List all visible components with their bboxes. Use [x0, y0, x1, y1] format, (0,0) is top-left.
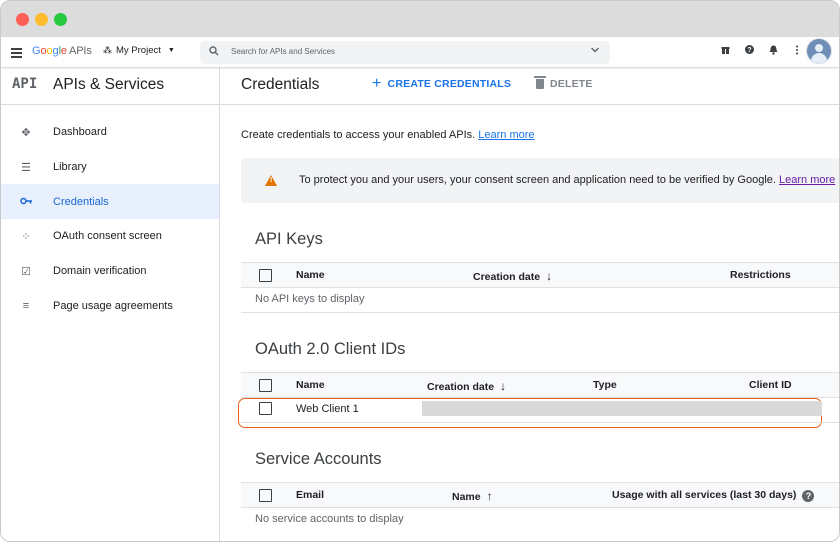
- sidebar-item-domain-verification[interactable]: ☑ Domain verification: [1, 254, 219, 289]
- warning-learn-more-link[interactable]: Learn more: [779, 174, 835, 186]
- help-icon[interactable]: ?: [802, 490, 815, 502]
- column-header-name-label: Name: [452, 491, 481, 503]
- sidebar: API APIs & Services ✥ Dashboard ☰ Librar…: [1, 67, 220, 541]
- page-title: Credentials: [241, 76, 320, 93]
- dropdown-arrow-icon: ▼: [167, 47, 175, 54]
- delete-label: DELETE: [550, 78, 593, 90]
- api-keys-empty-text: No API keys to display: [255, 293, 365, 305]
- column-header-creation-date[interactable]: Creation date ↓: [427, 379, 506, 393]
- select-all-api-keys-checkbox[interactable]: [259, 269, 272, 282]
- column-header-creation-date[interactable]: Creation date ↓: [473, 269, 552, 283]
- service-accounts-title: Service Accounts: [255, 450, 382, 468]
- library-icon: ☰: [21, 161, 31, 174]
- select-all-oauth-checkbox[interactable]: [259, 379, 272, 392]
- column-header-restrictions[interactable]: Restrictions: [730, 269, 791, 281]
- create-credentials-label: CREATE CREDENTIALS: [387, 78, 512, 90]
- column-header-creation-date-label: Creation date: [427, 381, 495, 393]
- help-icon[interactable]: ?: [737, 45, 761, 57]
- main-content: Create credentials to access your enable…: [238, 104, 839, 541]
- top-app-bar: Google APIs ⁂ My Project ▼ Search for API…: [1, 37, 839, 67]
- column-header-name[interactable]: Name ↑: [452, 489, 493, 503]
- sidebar-item-library[interactable]: ☰ Library: [1, 150, 219, 185]
- minimize-window-button[interactable]: [35, 13, 48, 26]
- redacted-row-details: [422, 401, 822, 416]
- chevron-down-icon[interactable]: [590, 45, 600, 58]
- dashboard-icon: ✥: [21, 126, 31, 139]
- column-header-type[interactable]: Type: [593, 379, 617, 391]
- sidebar-item-label: Credentials: [53, 195, 109, 208]
- bell-icon[interactable]: [761, 45, 785, 57]
- trash-icon: [534, 76, 546, 89]
- consent-icon: ⁘: [21, 230, 31, 243]
- row-checkbox[interactable]: [259, 402, 272, 415]
- avatar[interactable]: [806, 38, 832, 64]
- delete-button[interactable]: DELETE: [534, 76, 593, 90]
- sidebar-header: API APIs & Services: [1, 67, 219, 105]
- google-apis-logo[interactable]: Google APIs: [32, 45, 92, 57]
- menu-icon[interactable]: [11, 48, 22, 60]
- maximize-window-button[interactable]: [54, 13, 67, 26]
- select-all-service-accounts-checkbox[interactable]: [259, 489, 272, 502]
- verification-warning-banner: To protect you and your users, your cons…: [241, 158, 839, 203]
- arrow-down-icon: ↓: [546, 269, 553, 283]
- sidebar-item-dashboard[interactable]: ✥ Dashboard: [1, 115, 219, 150]
- intro-learn-more-link[interactable]: Learn more: [478, 129, 534, 141]
- browser-window: Google APIs ⁂ My Project ▼ Search for API…: [0, 0, 840, 542]
- column-header-usage-label: Usage with all services (last 30 days): [612, 489, 797, 501]
- project-icon: ⁂: [103, 45, 112, 55]
- sidebar-item-credentials[interactable]: Credentials: [1, 184, 219, 220]
- sidebar-item-label: Page usage agreements: [53, 299, 173, 312]
- sidebar-item-page-usage-agreements[interactable]: ≡ Page usage agreements: [1, 288, 219, 323]
- arrow-down-icon: ↓: [500, 379, 507, 393]
- intro-description: Create credentials to access your enable…: [241, 129, 476, 141]
- checkbox-icon: ☑: [21, 265, 31, 278]
- oauth-client-name-link[interactable]: Web Client 1: [296, 403, 359, 415]
- warning-text: To protect you and your users, your cons…: [299, 174, 835, 186]
- api-keys-table-header: Name Creation date ↓ Restrictions: [241, 262, 839, 288]
- gift-icon[interactable]: [713, 45, 737, 57]
- column-header-client-id[interactable]: Client ID: [749, 379, 792, 391]
- close-window-button[interactable]: [16, 13, 29, 26]
- search-icon: [209, 46, 219, 59]
- intro-text: Create credentials to access your enable…: [241, 129, 535, 141]
- sidebar-nav: ✥ Dashboard ☰ Library Credentials ⁘ OAut…: [1, 115, 219, 323]
- column-header-creation-date-label: Creation date: [473, 271, 541, 283]
- warning-icon: [265, 175, 277, 186]
- sidebar-item-label: Library: [53, 161, 87, 174]
- service-accounts-table-header: Email Name ↑ Usage with all services (las…: [241, 482, 839, 508]
- sidebar-title: APIs & Services: [53, 76, 165, 93]
- page-header: Credentials + CREATE CREDENTIALS DELETE: [220, 67, 839, 105]
- column-header-email[interactable]: Email: [296, 489, 324, 501]
- sidebar-item-label: OAuth consent screen: [53, 230, 162, 243]
- sidebar-item-label: Dashboard: [53, 126, 107, 139]
- svg-text:?: ?: [747, 47, 751, 54]
- oauth-title: OAuth 2.0 Client IDs: [255, 340, 406, 358]
- search-placeholder: Search for APIs and Services: [231, 47, 336, 56]
- divider: [241, 312, 839, 313]
- project-selector[interactable]: ⁂ My Project ▼: [103, 45, 175, 56]
- google-logo-text: Google: [32, 45, 67, 57]
- create-credentials-button[interactable]: + CREATE CREDENTIALS: [372, 75, 512, 92]
- search-bar[interactable]: Search for APIs and Services: [200, 41, 610, 64]
- settings-list-icon: ≡: [22, 299, 30, 312]
- column-header-name[interactable]: Name: [296, 379, 325, 391]
- title-bar: [1, 1, 839, 37]
- api-logo: API: [12, 76, 38, 92]
- api-keys-title: API Keys: [255, 230, 323, 248]
- service-accounts-empty-text: No service accounts to display: [255, 513, 404, 525]
- oauth-table-header: Name Creation date ↓ Type Client ID: [241, 372, 839, 398]
- top-icons: ?: [713, 45, 809, 57]
- apis-logo-text: APIs: [68, 45, 92, 57]
- column-header-name[interactable]: Name: [296, 269, 325, 281]
- divider: [241, 422, 839, 423]
- sidebar-item-label: Domain verification: [53, 265, 147, 278]
- column-header-usage[interactable]: Usage with all services (last 30 days)?: [612, 489, 815, 502]
- warning-message: To protect you and your users, your cons…: [299, 174, 776, 186]
- arrow-up-icon: ↑: [486, 489, 493, 503]
- plus-icon: +: [372, 75, 382, 92]
- project-label: My Project: [116, 45, 161, 56]
- key-icon: [19, 196, 33, 208]
- sidebar-item-oauth-consent-screen[interactable]: ⁘ OAuth consent screen: [1, 219, 219, 254]
